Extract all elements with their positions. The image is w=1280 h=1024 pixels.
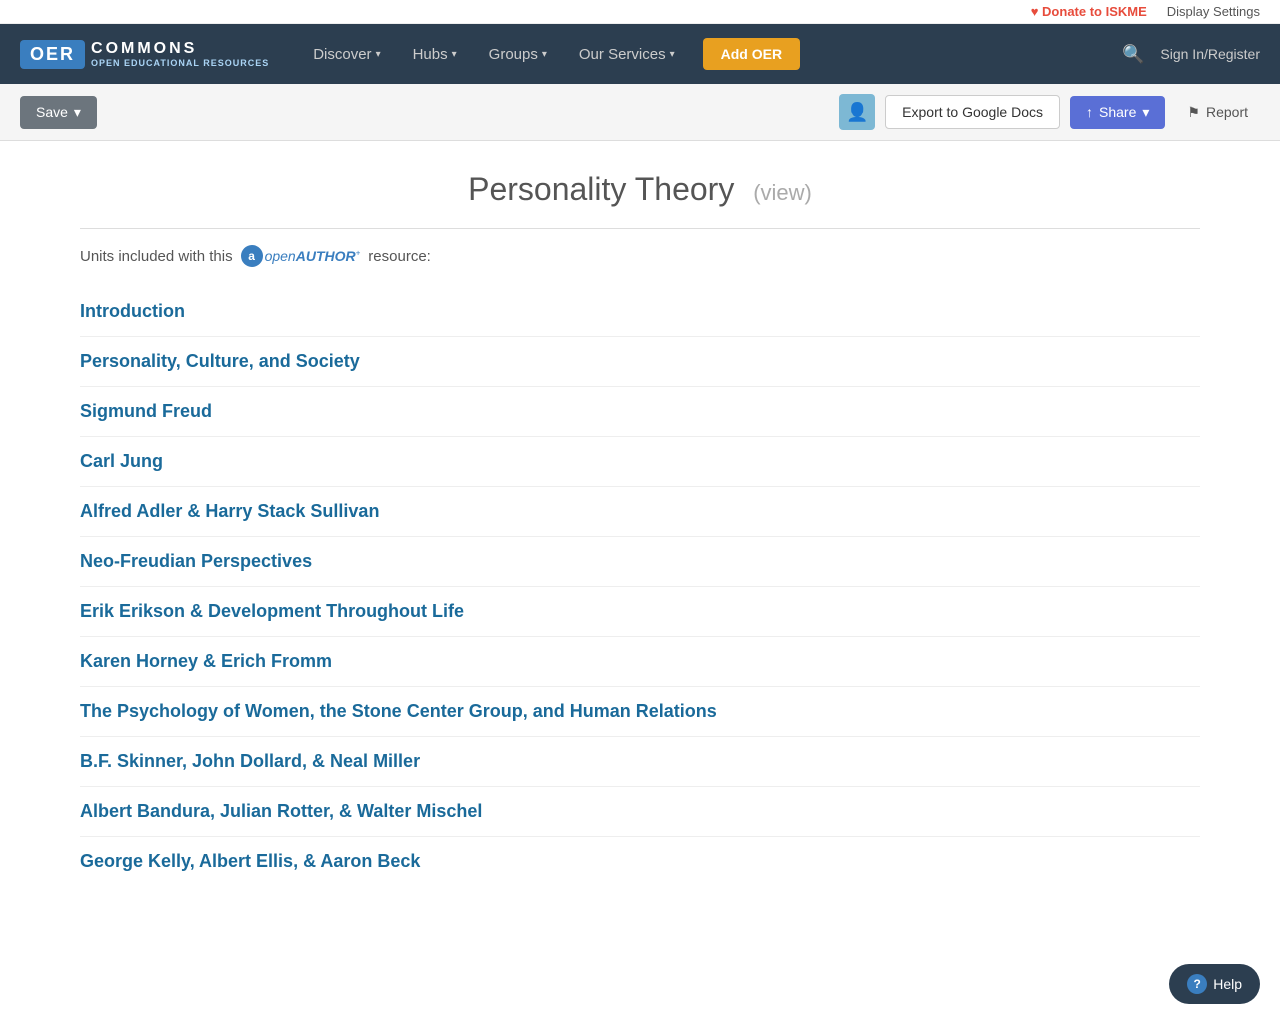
unit-link-alfred-adler[interactable]: Alfred Adler & Harry Stack Sullivan: [80, 501, 379, 521]
list-item: The Psychology of Women, the Stone Cente…: [80, 687, 1200, 737]
list-item: Albert Bandura, Julian Rotter, & Walter …: [80, 787, 1200, 837]
unit-link-erik-erikson[interactable]: Erik Erikson & Development Throughout Li…: [80, 601, 464, 621]
list-item: Sigmund Freud: [80, 387, 1200, 437]
nav-discover[interactable]: Discover ▾: [299, 38, 394, 71]
page-title: Personality Theory (view): [80, 171, 1200, 208]
list-item: Alfred Adler & Harry Stack Sullivan: [80, 487, 1200, 537]
search-icon[interactable]: 🔍: [1122, 44, 1144, 65]
list-item: Karen Horney & Erich Fromm: [80, 637, 1200, 687]
list-item: Introduction: [80, 287, 1200, 337]
top-bar: Donate to ISKME Display Settings: [0, 0, 1280, 24]
action-bar: Save ▾ 👤 Export to Google Docs ↑ Share ▾…: [0, 84, 1280, 141]
save-button[interactable]: Save ▾: [20, 96, 97, 129]
user-avatar[interactable]: 👤: [839, 94, 875, 130]
share-icon: ↑: [1086, 104, 1093, 120]
chevron-down-icon: ▾: [376, 49, 381, 60]
unit-link-sigmund-freud[interactable]: Sigmund Freud: [80, 401, 212, 421]
list-item: George Kelly, Albert Ellis, & Aaron Beck: [80, 837, 1200, 886]
list-item: Carl Jung: [80, 437, 1200, 487]
chevron-down-icon: ▾: [452, 49, 457, 60]
chevron-down-icon: ▾: [670, 49, 675, 60]
unit-link-neo-freudian[interactable]: Neo-Freudian Perspectives: [80, 551, 312, 571]
flag-icon: ⚑: [1187, 104, 1200, 121]
unit-link-carl-jung[interactable]: Carl Jung: [80, 451, 163, 471]
person-icon: 👤: [846, 102, 868, 123]
unit-link-introduction[interactable]: Introduction: [80, 301, 185, 321]
unit-link-psychology-women[interactable]: The Psychology of Women, the Stone Cente…: [80, 701, 717, 721]
chevron-down-icon: ▾: [542, 49, 547, 60]
unit-link-personality-culture[interactable]: Personality, Culture, and Society: [80, 351, 360, 371]
signin-link[interactable]: Sign In/Register: [1160, 46, 1260, 62]
add-oer-button[interactable]: Add OER: [703, 38, 800, 70]
units-intro: Units included with this a openAUTHOR+ r…: [80, 245, 1200, 267]
unit-link-albert-bandura[interactable]: Albert Bandura, Julian Rotter, & Walter …: [80, 801, 482, 821]
action-bar-right: 👤 Export to Google Docs ↑ Share ▾ ⚑ Repo…: [839, 94, 1260, 130]
list-item: B.F. Skinner, John Dollard, & Neal Mille…: [80, 737, 1200, 787]
list-item: Erik Erikson & Development Throughout Li…: [80, 587, 1200, 637]
list-item: Neo-Freudian Perspectives: [80, 537, 1200, 587]
chevron-down-icon: ▾: [1142, 104, 1149, 121]
nav-right: 🔍 Sign In/Register: [1122, 44, 1260, 65]
donate-link[interactable]: Donate to ISKME: [1031, 4, 1147, 19]
nav-our-services[interactable]: Our Services ▾: [565, 38, 689, 71]
navbar: OER COMMONS OPEN EDUCATIONAL RESOURCES D…: [0, 24, 1280, 84]
share-button[interactable]: ↑ Share ▾: [1070, 96, 1165, 129]
unit-link-george-kelly[interactable]: George Kelly, Albert Ellis, & Aaron Beck: [80, 851, 420, 871]
export-google-docs-button[interactable]: Export to Google Docs: [885, 95, 1060, 129]
unit-link-bf-skinner[interactable]: B.F. Skinner, John Dollard, & Neal Mille…: [80, 751, 420, 771]
logo-oer: OER: [20, 40, 85, 69]
main-content: Personality Theory (view) Units included…: [40, 141, 1240, 916]
nav-hubs[interactable]: Hubs ▾: [399, 38, 471, 71]
chevron-down-icon: ▾: [74, 104, 81, 121]
nav-groups[interactable]: Groups ▾: [475, 38, 561, 71]
unit-list: Introduction Personality, Culture, and S…: [80, 287, 1200, 886]
help-button[interactable]: ? Help: [1169, 964, 1260, 1004]
logo[interactable]: OER COMMONS OPEN EDUCATIONAL RESOURCES: [20, 40, 269, 69]
logo-name-text: COMMONS OPEN EDUCATIONAL RESOURCES: [85, 40, 269, 68]
openauthor-logo: a openAUTHOR+: [241, 245, 361, 267]
list-item: Personality, Culture, and Society: [80, 337, 1200, 387]
report-button[interactable]: ⚑ Report: [1175, 96, 1260, 129]
display-settings-link[interactable]: Display Settings: [1167, 4, 1260, 19]
action-bar-left: Save ▾: [20, 96, 97, 129]
help-icon: ?: [1187, 974, 1207, 994]
nav-links: Discover ▾ Hubs ▾ Groups ▾ Our Services …: [299, 38, 1122, 71]
divider: [80, 228, 1200, 229]
openauthor-icon: a: [241, 245, 263, 267]
view-link[interactable]: (view): [753, 180, 812, 205]
unit-link-karen-horney[interactable]: Karen Horney & Erich Fromm: [80, 651, 332, 671]
